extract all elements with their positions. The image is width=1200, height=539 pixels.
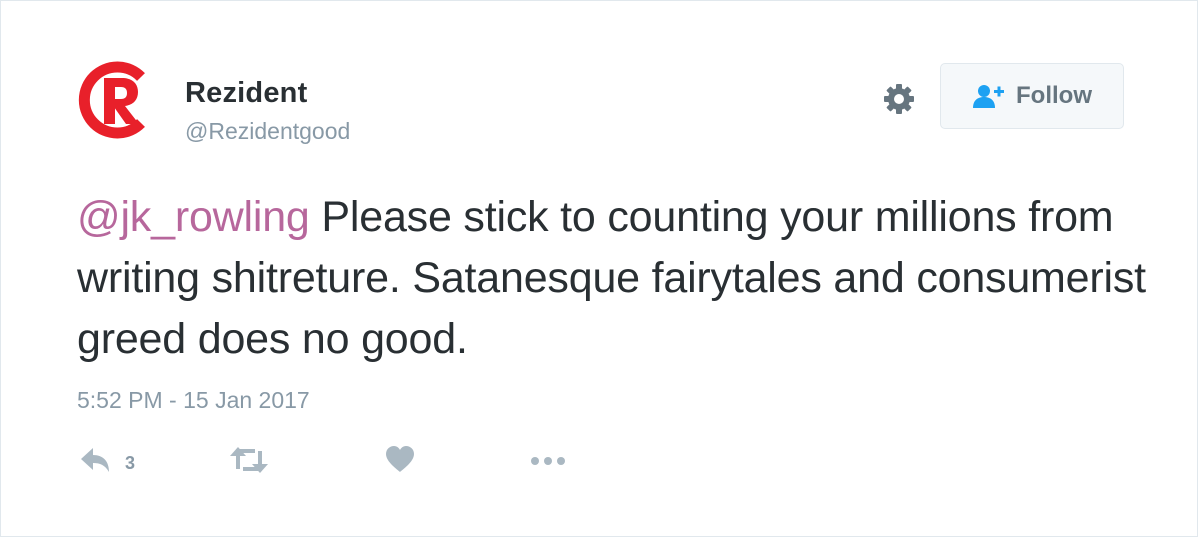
heart-icon bbox=[386, 446, 414, 472]
gear-icon bbox=[884, 84, 914, 114]
registered-r-logo-icon bbox=[78, 61, 145, 139]
retweet-button[interactable] bbox=[229, 445, 269, 475]
avatar[interactable] bbox=[75, 60, 155, 140]
add-user-icon bbox=[973, 85, 1004, 108]
follow-button[interactable]: Follow bbox=[940, 63, 1124, 129]
reply-count: 3 bbox=[125, 452, 136, 473]
more-dots-icon bbox=[531, 457, 565, 465]
more-button[interactable] bbox=[529, 445, 567, 475]
reply-button[interactable]: 3 bbox=[79, 445, 135, 475]
follow-label: Follow bbox=[1016, 82, 1092, 109]
retweet-icon bbox=[230, 447, 268, 473]
reply-icon bbox=[81, 448, 109, 472]
tweet-card: Rezident @Rezidentgood Follow @jk_rowlin… bbox=[0, 0, 1198, 537]
like-button[interactable] bbox=[385, 445, 415, 473]
timestamp[interactable]: 5:52 PM - 15 Jan 2017 bbox=[77, 387, 310, 414]
username[interactable]: @Rezidentgood bbox=[185, 118, 350, 145]
tweet-text: @jk_rowling Please stick to counting you… bbox=[77, 187, 1157, 370]
display-name[interactable]: Rezident bbox=[185, 77, 307, 110]
mention-link[interactable]: @jk_rowling bbox=[77, 193, 310, 241]
settings-button[interactable] bbox=[881, 81, 917, 117]
